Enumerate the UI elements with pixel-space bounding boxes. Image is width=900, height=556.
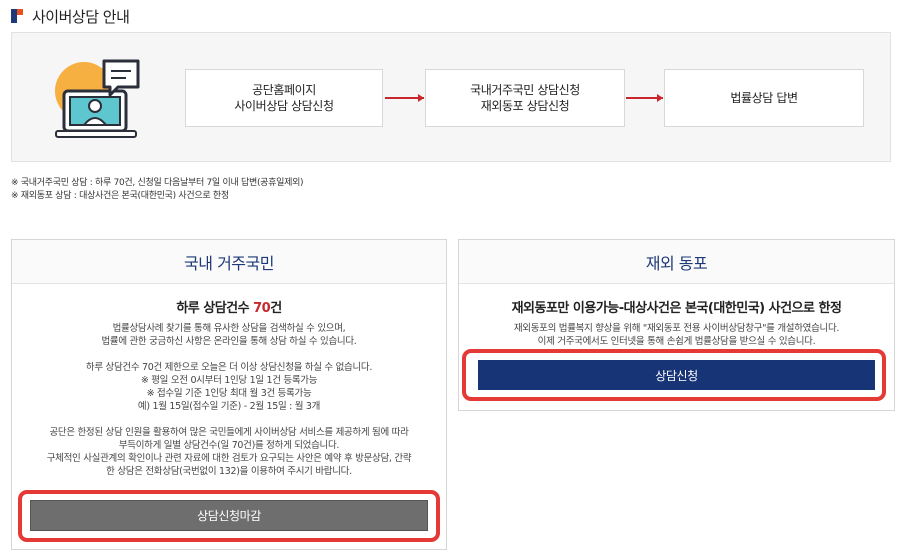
note-overseas: ※ 재외동포 상담 : 대상사건은 본국(대한민국) 사건으로 한정	[11, 191, 229, 201]
page-title: 사이버상담 안내	[32, 7, 130, 26]
flow-step-line: 사이버상담 상담신청	[234, 99, 334, 113]
flow-step-category: 국내거주국민 상담신청 재외동포 상담신청	[425, 69, 625, 127]
flow-step-line: 공단홈페이지	[252, 83, 316, 97]
domestic-intro: 법률상담사례 찾기를 통해 유사한 상담을 검색하실 수 있으며, 법률에 관한…	[101, 323, 357, 347]
flow-step-line: 재외동포 상담신청	[480, 99, 570, 113]
flow-step-line: 법률상담 답변	[730, 91, 798, 105]
flow-step-answer: 법률상담 답변	[664, 69, 864, 127]
daily-limit-heading: 하루 상담건수 70건	[176, 301, 282, 316]
flow-arrow-icon	[385, 94, 424, 102]
flow-step-apply: 공단홈페이지 사이버상담 상담신청	[185, 69, 383, 127]
online-consultation-icon	[55, 59, 140, 138]
title-bullet-icon	[11, 9, 23, 23]
domestic-policy-info: 공단은 한정된 상담 인원을 활용하여 많은 국민들에게 사이버상담 서비스를 …	[46, 427, 412, 477]
highlight-frame	[462, 349, 886, 401]
note-domestic: ※ 국내거주국민 상담 : 하루 70건, 신청일 다음날부터 7일 이내 답변…	[11, 178, 304, 188]
overseas-heading: 재외동포만 이용가능-대상사건은 본국(대한민국) 사건으로 한정	[511, 301, 842, 316]
consultation-flow: 공단홈페이지 사이버상담 상담신청 국내거주국민 상담신청 재외동포 상담신청 …	[11, 32, 891, 162]
flow-arrow-icon	[626, 94, 663, 102]
overseas-panel-header: 재외 동포	[459, 240, 894, 284]
daily-limit-count: 70	[253, 301, 271, 316]
consultation-notes: ※ 국내거주국민 상담 : 하루 70건, 신청일 다음날부터 7일 이내 답변…	[11, 177, 304, 203]
highlight-frame	[18, 490, 440, 542]
overseas-intro: 재외동포의 법률복지 향상을 위해 "재외동포 전용 사이버상담창구"를 개설하…	[513, 323, 840, 347]
domestic-limit-info: 하루 상담건수 70건 제한으로 오늘은 더 이상 상담신청을 하실 수 없습니…	[85, 362, 373, 412]
flow-step-line: 국내거주국민 상담신청	[470, 83, 580, 97]
domestic-panel-header: 국내 거주국민	[12, 240, 446, 284]
section-title: 사이버상담 안내	[11, 5, 130, 27]
